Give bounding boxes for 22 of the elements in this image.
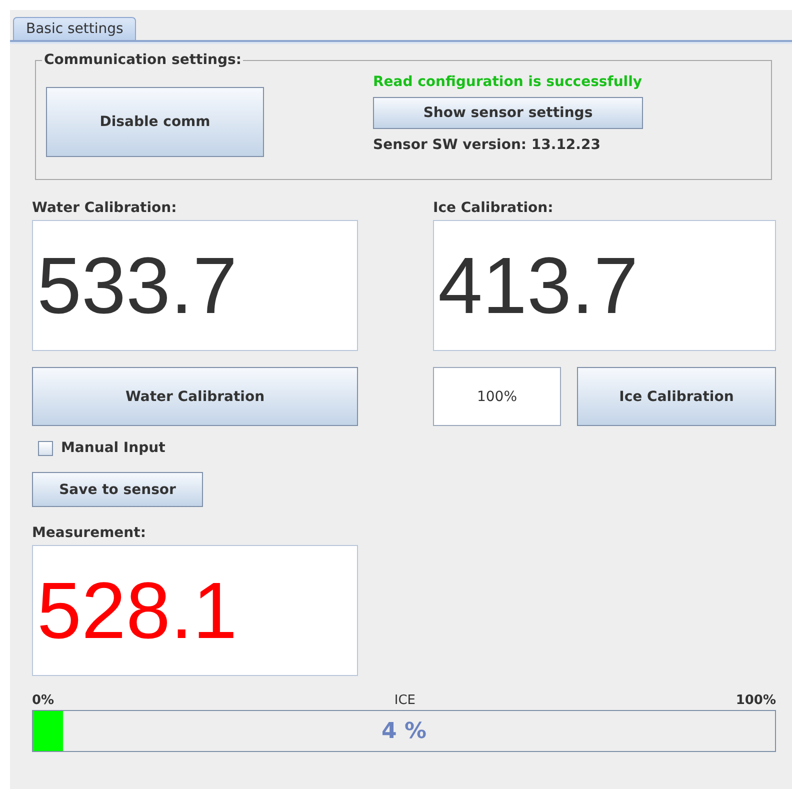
checkbox[interactable] [38, 440, 53, 456]
min-label: 0% [32, 693, 54, 708]
max-label: 100% [736, 693, 776, 708]
water-calibration-button[interactable]: Water Calibration [32, 367, 358, 426]
measurement-label: Measurement: [32, 525, 146, 541]
checkbox-label: Manual Input [61, 440, 166, 456]
ice-value: 413.7 [433, 220, 776, 351]
progress-title: ICE [394, 693, 416, 708]
version-text: Sensor SW version: 13.12.23 [373, 137, 600, 153]
save-button[interactable]: Save to sensor [32, 472, 203, 507]
water-value: 533.7 [32, 220, 358, 351]
percent-field[interactable]: 100% [433, 367, 561, 426]
group-title: Communication settings: [42, 52, 244, 68]
tab[interactable]: Basic settings [13, 17, 136, 40]
ice-label: Ice Calibration: [433, 200, 554, 216]
progress-reading: 4 % [381, 718, 426, 744]
ice-calibration-button[interactable]: Ice Calibration [577, 367, 776, 426]
measurement-value: 528.1 [32, 545, 358, 676]
disable-comm-button[interactable]: Disable comm [46, 87, 264, 157]
show-settings-button[interactable]: Show sensor settings [373, 97, 643, 129]
status-text: Read configuration is successfully [373, 74, 642, 90]
water-label: Water Calibration: [32, 200, 177, 216]
